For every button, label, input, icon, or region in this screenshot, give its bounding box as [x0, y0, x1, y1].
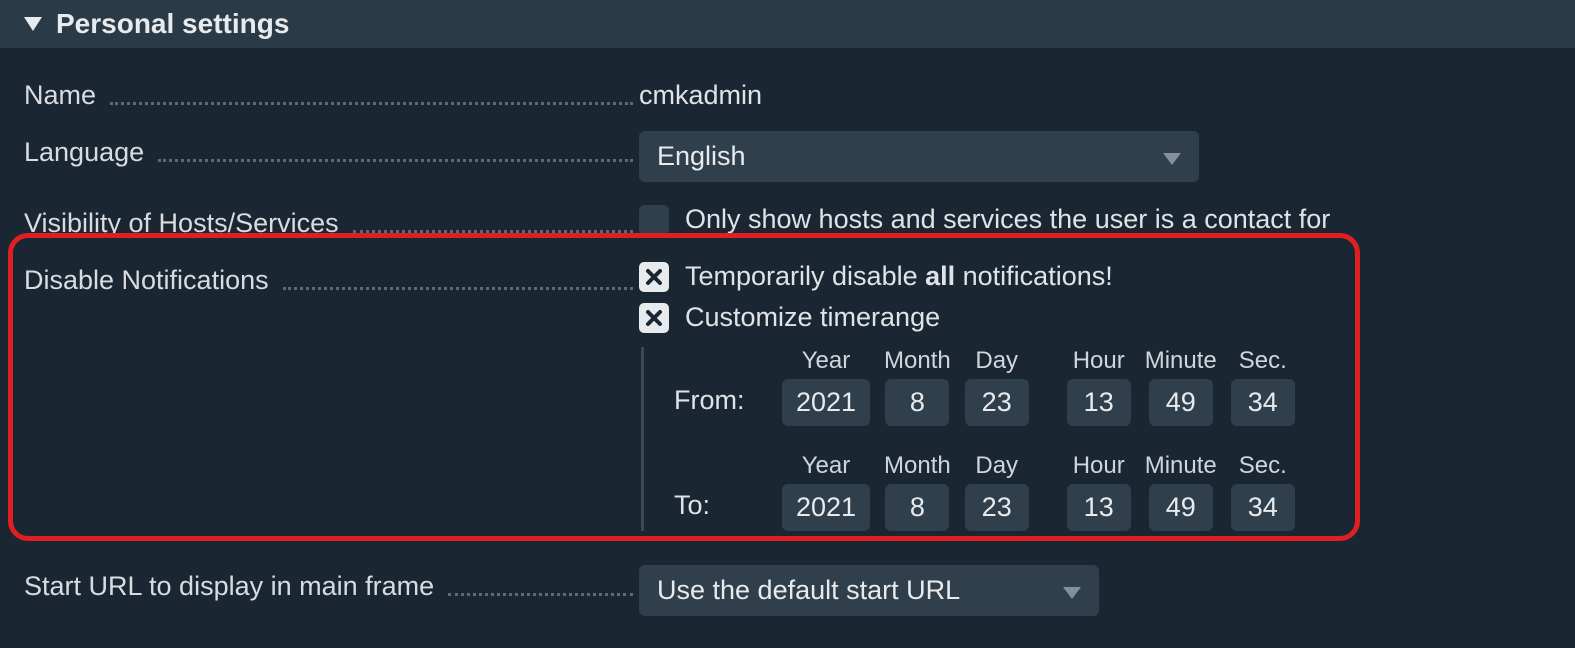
to-sec-input[interactable]: 34	[1231, 484, 1295, 531]
to-minute-input[interactable]: 49	[1149, 484, 1213, 531]
section-title: Personal settings	[56, 8, 289, 40]
customize-timerange-label: Customize timerange	[685, 302, 940, 333]
header-minute: Minute	[1145, 347, 1217, 375]
row-disable-notifications: Disable Notifications Temporarily disabl…	[0, 249, 1575, 541]
label-disable-notifications: Disable Notifications	[24, 265, 269, 296]
row-name: Name cmkadmin	[0, 64, 1575, 121]
value-name: cmkadmin	[639, 74, 1551, 111]
section-header[interactable]: Personal settings	[0, 0, 1575, 48]
from-sec-input[interactable]: 34	[1231, 379, 1295, 426]
visibility-checkbox-label: Only show hosts and services the user is…	[685, 204, 1330, 235]
from-hour-input[interactable]: 13	[1067, 379, 1131, 426]
header-hour: Hour	[1073, 347, 1125, 375]
from-day-input[interactable]: 23	[965, 379, 1029, 426]
to-hour-input[interactable]: 13	[1067, 484, 1131, 531]
dots	[448, 593, 633, 596]
timerange-from-row: From: Year 2021 Month 8 Day	[674, 347, 1551, 426]
dots	[353, 230, 633, 233]
dots	[110, 102, 633, 105]
language-select-value: English	[657, 141, 746, 172]
start-url-select[interactable]: Use the default start URL	[639, 565, 1099, 616]
collapse-icon	[24, 17, 42, 31]
from-month-input[interactable]: 8	[885, 379, 949, 426]
timerange-block: From: Year 2021 Month 8 Day	[641, 347, 1551, 531]
chevron-down-icon	[1063, 575, 1081, 606]
timerange-from-label: From:	[674, 385, 764, 426]
language-select[interactable]: English	[639, 131, 1199, 182]
to-year-input[interactable]: 2021	[782, 484, 870, 531]
header-minute: Minute	[1145, 452, 1217, 480]
header-month: Month	[884, 452, 951, 480]
to-month-input[interactable]: 8	[885, 484, 949, 531]
start-url-select-value: Use the default start URL	[657, 575, 960, 606]
visibility-checkbox[interactable]	[639, 205, 669, 235]
header-sec: Sec.	[1239, 347, 1287, 375]
label-language: Language	[24, 137, 144, 168]
timerange-to-row: To: Year 2021 Month 8 Day	[674, 452, 1551, 531]
label-visibility: Visibility of Hosts/Services	[24, 208, 339, 239]
header-day: Day	[975, 347, 1018, 375]
timerange-to-label: To:	[674, 490, 764, 531]
chevron-down-icon	[1163, 141, 1181, 172]
row-language: Language English	[0, 121, 1575, 192]
header-year: Year	[802, 452, 851, 480]
label-name: Name	[24, 80, 96, 111]
header-year: Year	[802, 347, 851, 375]
dots	[283, 287, 633, 290]
row-visibility: Visibility of Hosts/Services Only show h…	[0, 192, 1575, 249]
from-minute-input[interactable]: 49	[1149, 379, 1213, 426]
header-month: Month	[884, 347, 951, 375]
header-day: Day	[975, 452, 1018, 480]
disable-all-checkbox[interactable]	[639, 262, 669, 292]
disable-all-label: Temporarily disable all notifications!	[685, 261, 1113, 292]
label-start-url: Start URL to display in main frame	[24, 571, 434, 602]
dots	[158, 159, 633, 162]
header-sec: Sec.	[1239, 452, 1287, 480]
row-start-url: Start URL to display in main frame Use t…	[0, 555, 1575, 626]
header-hour: Hour	[1073, 452, 1125, 480]
to-day-input[interactable]: 23	[965, 484, 1029, 531]
from-year-input[interactable]: 2021	[782, 379, 870, 426]
customize-timerange-checkbox[interactable]	[639, 303, 669, 333]
